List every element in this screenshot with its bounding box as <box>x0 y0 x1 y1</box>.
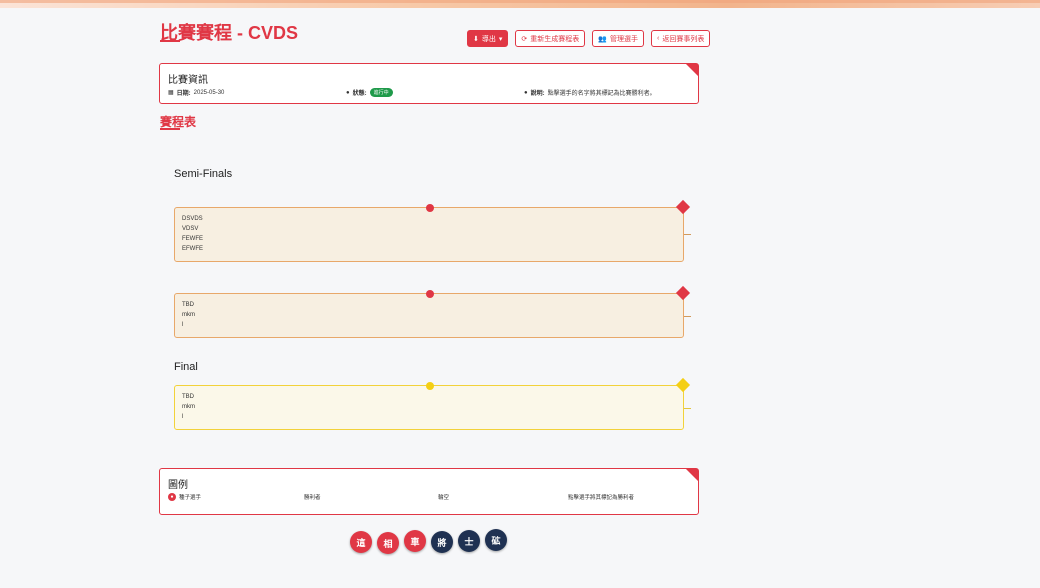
legend-label: 點擊選手將其標記為勝利者 <box>568 495 635 501</box>
chess-piece: 將 <box>431 531 453 553</box>
legend-label: 種子選手 <box>179 495 202 501</box>
date-row: ▦ 日期: 2025-05-30 <box>168 88 225 98</box>
section-underline <box>160 128 180 130</box>
users-icon: 👥 <box>598 35 607 43</box>
match-semifinal-1: DSVDS VDSV FEWFE EFWFE <box>174 199 691 262</box>
legend-card: 圖例 ● 種子選手 勝利者 輪空 點擊選手將其標記為勝利者 <box>159 468 699 515</box>
chess-piece: 相 <box>377 532 399 554</box>
top-decor-stripe <box>0 0 1040 8</box>
player-name[interactable]: mkm <box>182 402 195 412</box>
back-to-list-button[interactable]: ‹ 返回賽事列表 <box>650 30 711 47</box>
regenerate-label: 重新生成賽程表 <box>530 35 580 43</box>
note-label: 說明: <box>530 91 545 97</box>
chess-piece: 這 <box>350 531 372 553</box>
legend-label: 勝利者 <box>304 495 321 501</box>
legend-item-winner: 勝利者 <box>304 493 321 501</box>
player-name[interactable]: VDSV <box>182 224 203 234</box>
toolbar: ⬇ 導出 ▾ ⟳ 重新生成賽程表 👥 管理選手 ‹ 返回賽事列表 <box>467 30 711 47</box>
match-semifinal-2: TBD mkm l <box>174 285 691 338</box>
chess-piece: 士 <box>458 530 480 552</box>
note-row: ● 說明: 點擊選手的名字將其標記為比賽勝利者。 <box>524 88 656 98</box>
status-row: ● 狀態: 進行中 <box>346 88 393 97</box>
player-name[interactable]: mkm <box>182 310 195 320</box>
player-list: TBD mkm l <box>182 300 195 330</box>
calendar-icon: ▦ <box>168 90 174 96</box>
player-list: TBD mkm l <box>182 392 195 422</box>
legend-title: 圖例 <box>168 480 188 491</box>
manage-players-button[interactable]: 👥 管理選手 <box>592 30 644 47</box>
download-icon: ⬇ <box>473 35 479 43</box>
match-diamond-marker <box>675 377 691 393</box>
chevron-left-icon: ‹ <box>656 35 660 42</box>
chess-pieces-row: 這 相 車 將 士 砿 <box>350 529 507 554</box>
player-name[interactable]: l <box>182 412 195 422</box>
player-name[interactable]: TBD <box>182 392 195 402</box>
back-label: 返回賽事列表 <box>662 35 705 43</box>
page-title-underline <box>160 40 180 42</box>
player-name[interactable]: FEWFE <box>182 234 203 244</box>
info-card-title: 比賽資訊 <box>168 75 208 86</box>
match-final: TBD mkm l <box>174 377 691 430</box>
question-icon: ● <box>524 89 528 96</box>
status-label: 狀態: <box>352 91 367 97</box>
chess-piece: 砿 <box>485 529 507 551</box>
regenerate-button[interactable]: ⟳ 重新生成賽程表 <box>515 30 586 47</box>
bracket-line <box>684 316 691 317</box>
date-value: 2025-05-30 <box>193 89 225 96</box>
player-name[interactable]: DSVDS <box>182 214 203 224</box>
legend-item-seed: ● 種子選手 <box>168 493 201 501</box>
card-corner-decor <box>686 64 698 76</box>
match-connector-dot <box>426 204 434 212</box>
info-icon: ● <box>346 89 350 96</box>
date-label: 日期: <box>176 91 191 97</box>
player-name[interactable]: l <box>182 320 195 330</box>
status-badge: 進行中 <box>369 88 393 97</box>
card-corner-decor <box>686 469 698 481</box>
export-dropdown-button[interactable]: ⬇ 導出 ▾ <box>467 30 509 47</box>
caret-down-icon: ▾ <box>498 35 503 43</box>
legend-item-bye: 輪空 <box>438 493 449 501</box>
player-list: DSVDS VDSV FEWFE EFWFE <box>182 214 203 254</box>
match-connector-dot <box>426 290 434 298</box>
round-title-final: Final <box>174 361 198 373</box>
note-value: 點擊選手的名字將其標記為比賽勝利者。 <box>547 91 656 97</box>
chess-piece: 車 <box>404 530 426 552</box>
player-name[interactable]: TBD <box>182 300 195 310</box>
bracket-line <box>684 234 691 235</box>
page-title: 比賽賽程 - CVDS <box>160 23 299 43</box>
match-diamond-marker <box>675 285 691 301</box>
match-diamond-marker <box>675 199 691 215</box>
manage-players-label: 管理選手 <box>609 35 638 43</box>
refresh-icon: ⟳ <box>521 35 528 43</box>
player-name[interactable]: EFWFE <box>182 244 203 254</box>
match-info-card: 比賽資訊 ▦ 日期: 2025-05-30 ● 狀態: 進行中 ● 說明: 點擊… <box>159 63 699 104</box>
seed-badge-icon: ● <box>168 493 176 501</box>
export-label: 導出 <box>481 35 496 43</box>
legend-label: 輪空 <box>438 495 450 501</box>
match-connector-dot <box>426 382 434 390</box>
legend-item-click-hint: 點擊選手將其標記為勝利者 <box>568 493 634 501</box>
bracket-line <box>684 408 691 409</box>
round-title-semifinals: Semi-Finals <box>174 168 233 180</box>
